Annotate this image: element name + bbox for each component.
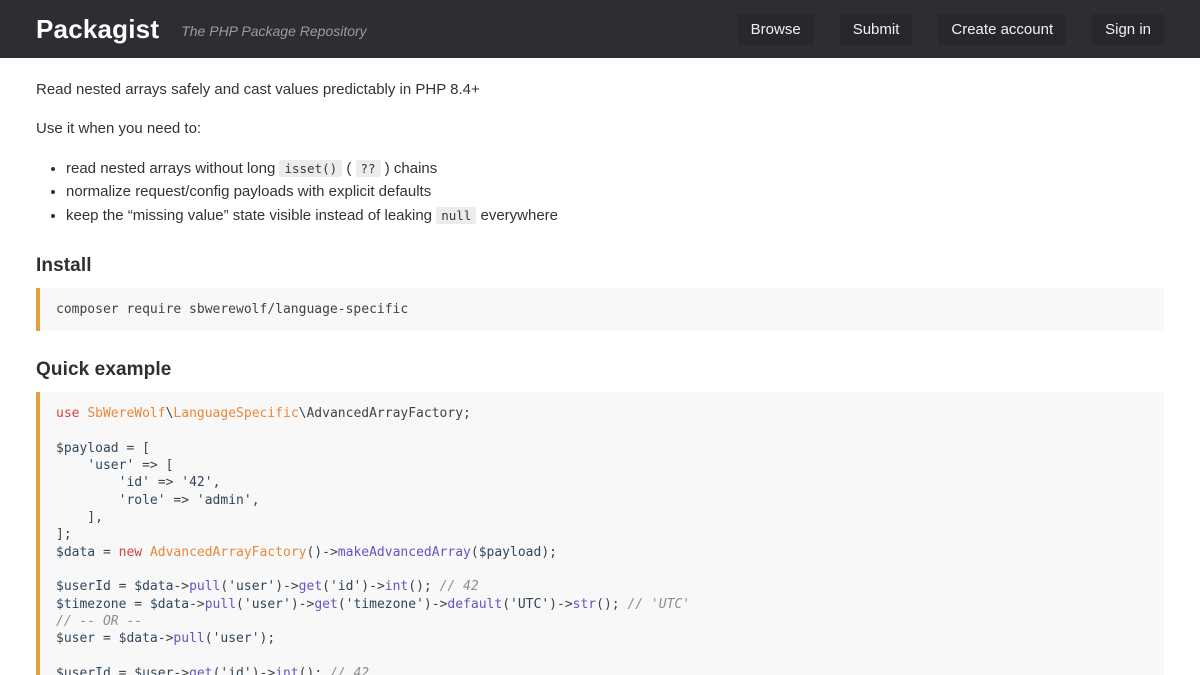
install-code-block: composer require sbwerewolf/language-spe… [36,288,1164,331]
nav-browse[interactable]: Browse [738,14,814,45]
list-item: read nested arrays without long isset() … [66,157,1164,181]
site-tagline: The PHP Package Repository [181,23,366,39]
package-description: Read nested arrays safely and cast value… [36,79,1164,101]
quick-example-code-block: use SbWereWolf\LanguageSpecific\Advanced… [36,392,1164,675]
packagist-page: Packagist The PHP Package Repository Bro… [0,0,1200,675]
use-case-list: read nested arrays without long isset() … [36,157,1164,228]
quick-example-heading: Quick example [36,359,1164,381]
packagist-logo[interactable]: Packagist [36,14,159,45]
nav-sign-in[interactable]: Sign in [1092,14,1164,45]
list-item: normalize request/config payloads with e… [66,180,1164,204]
inline-code: null [436,207,476,224]
inline-code: isset() [279,160,342,177]
nav-submit[interactable]: Submit [840,14,913,45]
nav-create-account[interactable]: Create account [938,14,1066,45]
install-heading: Install [36,255,1164,277]
inline-code: ?? [356,160,381,177]
use-when-text: Use it when you need to: [36,118,1164,140]
readme-content: Read nested arrays safely and cast value… [0,58,1200,675]
top-navbar: Packagist The PHP Package Repository Bro… [0,0,1200,58]
list-item: keep the “missing value” state visible i… [66,204,1164,228]
main-nav: Browse Submit Create account Sign in [738,14,1164,45]
